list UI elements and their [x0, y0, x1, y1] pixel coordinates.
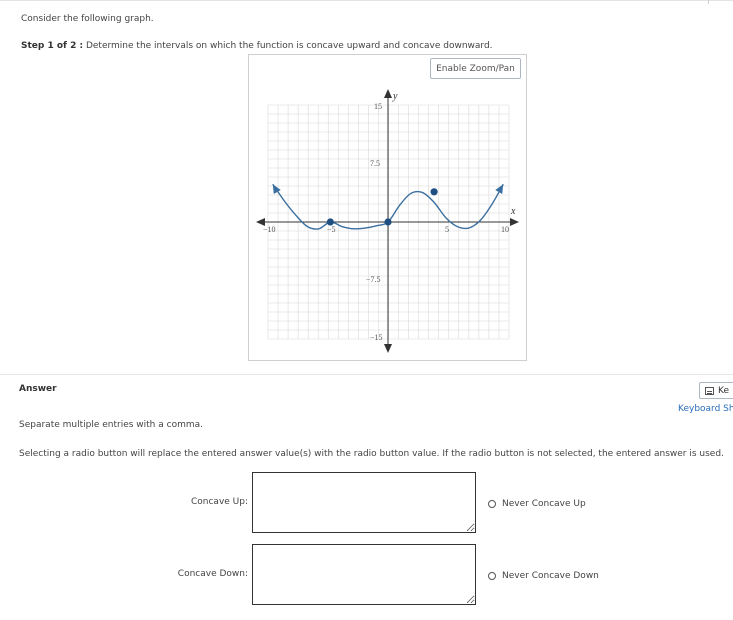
graph-point-0: [326, 218, 334, 226]
question-prompt: Consider the following graph.: [21, 14, 154, 24]
graph-point-1: [384, 218, 392, 226]
x-tick-neg10: −10: [263, 225, 276, 234]
x-axis-arrow-right: [510, 218, 519, 226]
x-tick-10: 10: [501, 225, 509, 234]
concave-up-label: Concave Up:: [190, 497, 248, 507]
never-concave-down-label: Never Concave Down: [502, 571, 599, 581]
y-tick-7-5: 7.5: [370, 159, 380, 168]
curve-arrow-right: [495, 184, 504, 195]
concave-down-input[interactable]: [252, 544, 476, 605]
y-tick-neg15: −15: [370, 333, 383, 342]
keyboard-icon: [705, 386, 714, 395]
y-axis-arrow-up: [384, 89, 392, 98]
keyboard-button[interactable]: Ke: [699, 382, 733, 399]
never-concave-down-option[interactable]: Never Concave Down: [488, 571, 599, 581]
never-concave-up-radio[interactable]: [488, 500, 496, 508]
graph-tick-labels: −10 −5 5 10 15 7.5 −7.5 −15 x y: [263, 91, 516, 342]
graph-point-2: [430, 188, 438, 196]
hint-radio-buttons: Selecting a radio button will replace th…: [19, 449, 724, 459]
step-label: Step 1 of 2 :: [21, 41, 84, 51]
x-tick-neg5: −5: [327, 225, 336, 234]
y-axis-name: y: [392, 91, 398, 102]
top-border: [0, 0, 733, 1]
top-border-tick: [708, 0, 709, 4]
function-graph[interactable]: −10 −5 5 10 15 7.5 −7.5 −15 x y: [248, 54, 527, 361]
answer-heading: Answer: [19, 384, 57, 394]
concave-down-label: Concave Down:: [177, 569, 248, 579]
never-concave-down-radio[interactable]: [488, 572, 496, 580]
never-concave-up-option[interactable]: Never Concave Up: [488, 499, 586, 509]
concave-up-input[interactable]: [252, 472, 476, 533]
step-instruction: Step 1 of 2 : Determine the intervals on…: [21, 41, 493, 51]
never-concave-up-label: Never Concave Up: [502, 499, 586, 509]
section-divider: [0, 374, 733, 375]
y-tick-neg7-5: −7.5: [366, 275, 381, 284]
x-axis-name: x: [510, 206, 516, 217]
graph-points: [326, 188, 438, 226]
enable-zoom-pan-button[interactable]: Enable Zoom/Pan: [430, 58, 521, 79]
step-text: Determine the intervals on which the fun…: [85, 41, 493, 51]
y-tick-15: 15: [374, 102, 382, 111]
keyboard-shortcuts-link[interactable]: Keyboard Sh: [678, 404, 733, 414]
hint-multiple-entries: Separate multiple entries with a comma.: [19, 420, 203, 430]
y-axis-arrow-down: [384, 344, 392, 353]
x-tick-5: 5: [445, 225, 449, 234]
keyboard-button-label: Ke: [718, 385, 729, 396]
